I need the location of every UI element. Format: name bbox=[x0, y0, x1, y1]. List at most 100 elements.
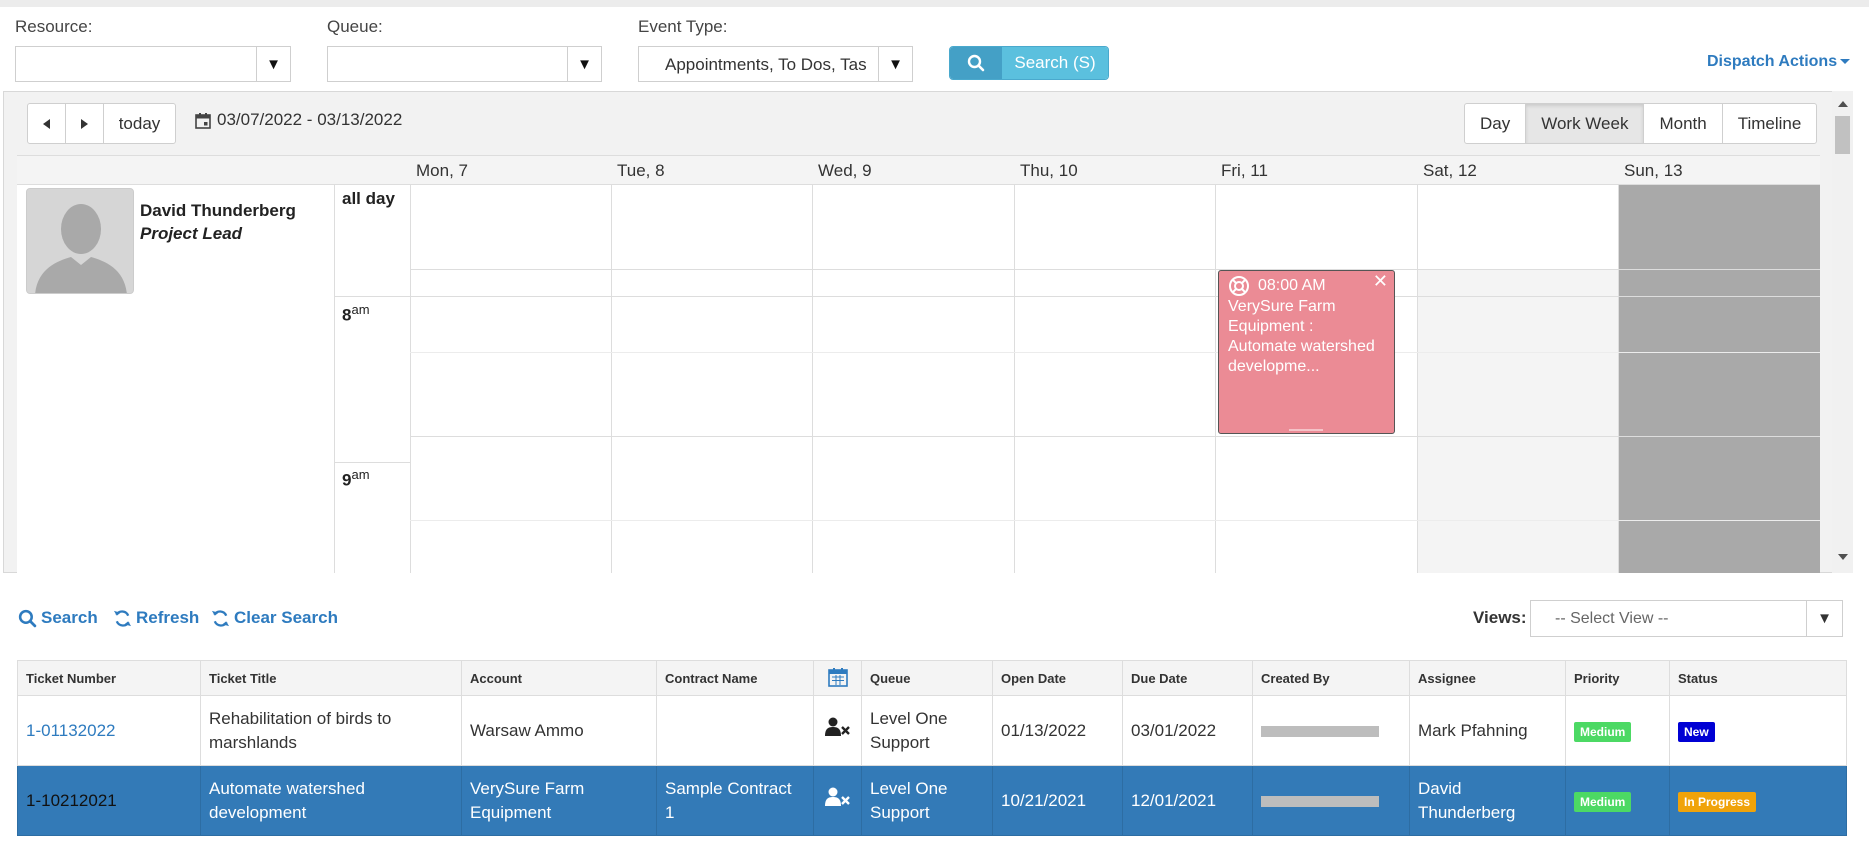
status-badge: In Progress bbox=[1678, 791, 1757, 812]
event-type-combobox[interactable]: Appointments, To Dos, Tas ▼ bbox=[638, 46, 913, 82]
views-label: Views: bbox=[1473, 608, 1527, 627]
ticket-number[interactable]: 1-10212021 bbox=[17, 765, 201, 836]
dispatch-actions-menu[interactable]: Dispatch Actions bbox=[1707, 53, 1851, 71]
view-select[interactable]: -- Select View -- ▼ bbox=[1530, 600, 1843, 637]
column-header[interactable]: Ticket Number bbox=[17, 660, 201, 696]
arrow-right-icon bbox=[81, 118, 88, 129]
due-date: 03/01/2022 bbox=[1122, 695, 1253, 766]
clear-search-link[interactable]: Clear Search bbox=[211, 608, 338, 628]
event-title: VerySure Farm Equipment : Automate water… bbox=[1228, 298, 1375, 375]
resource-value[interactable] bbox=[16, 47, 256, 81]
grid-line bbox=[410, 436, 1820, 437]
grid-line bbox=[812, 185, 813, 573]
refresh-icon bbox=[113, 609, 132, 627]
search-link-label: Search bbox=[41, 608, 98, 627]
search-button[interactable]: Search (S) bbox=[949, 46, 1109, 80]
grid-line bbox=[1014, 185, 1015, 573]
status-cell: In Progress bbox=[1669, 765, 1847, 836]
column-header[interactable]: Contract Name bbox=[656, 660, 814, 696]
day-header: Sun, 13 bbox=[1624, 161, 1683, 180]
column-header[interactable]: Due Date bbox=[1122, 660, 1253, 696]
chevron-down-icon[interactable]: ▼ bbox=[878, 47, 912, 81]
chevron-down-icon[interactable]: ▼ bbox=[567, 47, 601, 81]
column-header[interactable]: Created By bbox=[1252, 660, 1410, 696]
grid-line bbox=[410, 269, 1820, 270]
grid-line bbox=[334, 185, 335, 573]
queue-combobox[interactable]: ▼ bbox=[327, 46, 602, 82]
column-header[interactable]: Priority bbox=[1565, 660, 1670, 696]
grid-line bbox=[1215, 185, 1216, 573]
calendar-nav: today bbox=[27, 103, 176, 144]
ticket-number-link[interactable]: 1-01132022 bbox=[26, 721, 116, 740]
caret-down-icon bbox=[1840, 59, 1851, 65]
scheduler-scrollbar[interactable] bbox=[1832, 91, 1853, 573]
column-header[interactable]: Status bbox=[1669, 660, 1847, 696]
calendar-event[interactable]: 08:00 AM VerySure Farm Equipment : Autom… bbox=[1218, 270, 1395, 434]
resource-name: David Thunderberg bbox=[140, 201, 296, 220]
unschedule-cell[interactable] bbox=[813, 765, 862, 836]
table-row[interactable]: 1-10212021 Automate watershed developmen… bbox=[17, 765, 1847, 836]
priority-badge: Medium bbox=[1574, 721, 1632, 742]
day-header: Wed, 9 bbox=[818, 161, 872, 180]
prev-button[interactable] bbox=[28, 104, 66, 143]
scroll-up-icon[interactable] bbox=[1838, 101, 1848, 107]
user-remove-icon[interactable] bbox=[824, 717, 851, 737]
ticket-title: Rehabilitation of birds to marshlands bbox=[200, 695, 462, 766]
created-by bbox=[1252, 765, 1410, 836]
calendar-grid[interactable] bbox=[17, 185, 1820, 573]
date-range[interactable]: 03/07/2022 - 03/13/2022 bbox=[195, 110, 402, 130]
column-header-calendar[interactable] bbox=[813, 660, 862, 696]
lifebuoy-icon bbox=[1229, 276, 1249, 296]
column-header[interactable]: Assignee bbox=[1409, 660, 1566, 696]
time-slot-label: 9am bbox=[342, 467, 370, 491]
assignee: David Thunderberg bbox=[1409, 765, 1566, 836]
time-slot-suffix: am bbox=[351, 302, 370, 317]
user-remove-icon[interactable] bbox=[824, 787, 851, 807]
column-header[interactable]: Account bbox=[461, 660, 657, 696]
account: VerySure Farm Equipment bbox=[461, 765, 657, 836]
chevron-down-icon[interactable]: ▼ bbox=[256, 47, 290, 81]
refresh-link[interactable]: Refresh bbox=[113, 608, 199, 628]
calendar-view-switcher: Day Work Week Month Timeline bbox=[1464, 103, 1818, 144]
view-month-button[interactable]: Month bbox=[1644, 104, 1723, 143]
view-day-button[interactable]: Day bbox=[1465, 104, 1527, 143]
ticket-title: Automate watershed development bbox=[200, 765, 462, 836]
day-header: Sat, 12 bbox=[1423, 161, 1477, 180]
search-link[interactable]: Search bbox=[18, 608, 98, 628]
resize-handle[interactable] bbox=[1289, 429, 1323, 431]
search-icon bbox=[18, 609, 37, 627]
resource-label: Resource: bbox=[15, 17, 93, 36]
saturday-column-bg bbox=[1417, 269, 1618, 573]
table-row[interactable]: 1-01132022 Rehabilitation of birds to ma… bbox=[17, 695, 1847, 766]
account: Warsaw Ammo bbox=[461, 695, 657, 766]
table-header-row: Ticket Number Ticket Title Account Contr… bbox=[17, 660, 1847, 696]
column-header[interactable]: Ticket Title bbox=[200, 660, 462, 696]
column-header[interactable]: Open Date bbox=[992, 660, 1123, 696]
day-header: Mon, 7 bbox=[416, 161, 468, 180]
date-range-text: 03/07/2022 - 03/13/2022 bbox=[217, 110, 403, 129]
close-icon[interactable]: ✕ bbox=[1373, 271, 1388, 291]
refresh-icon bbox=[211, 609, 230, 627]
scroll-down-icon[interactable] bbox=[1838, 554, 1848, 560]
queue-value[interactable] bbox=[328, 47, 567, 81]
view-timeline-button[interactable]: Timeline bbox=[1723, 104, 1817, 143]
resource-role: Project Lead bbox=[140, 224, 243, 243]
today-button[interactable]: today bbox=[104, 104, 175, 143]
clear-search-link-label: Clear Search bbox=[234, 608, 338, 627]
grid-line bbox=[410, 520, 1820, 521]
next-button[interactable] bbox=[66, 104, 104, 143]
calendar-header-row bbox=[17, 155, 1820, 185]
view-select-value[interactable]: -- Select View -- bbox=[1531, 601, 1806, 636]
grid-line bbox=[334, 462, 410, 463]
scroll-thumb[interactable] bbox=[1835, 116, 1850, 154]
unschedule-cell[interactable] bbox=[813, 695, 862, 766]
chevron-down-icon[interactable]: ▼ bbox=[1806, 601, 1842, 636]
day-header: Thu, 10 bbox=[1020, 161, 1078, 180]
event-type-label: Event Type: bbox=[638, 17, 728, 36]
event-type-value[interactable]: Appointments, To Dos, Tas bbox=[639, 47, 878, 81]
open-date: 10/21/2021 bbox=[992, 765, 1123, 836]
view-work-week-button[interactable]: Work Week bbox=[1526, 104, 1645, 143]
resource-combobox[interactable]: ▼ bbox=[15, 46, 291, 82]
column-header[interactable]: Queue bbox=[861, 660, 993, 696]
queue: Level One Support bbox=[861, 765, 993, 836]
